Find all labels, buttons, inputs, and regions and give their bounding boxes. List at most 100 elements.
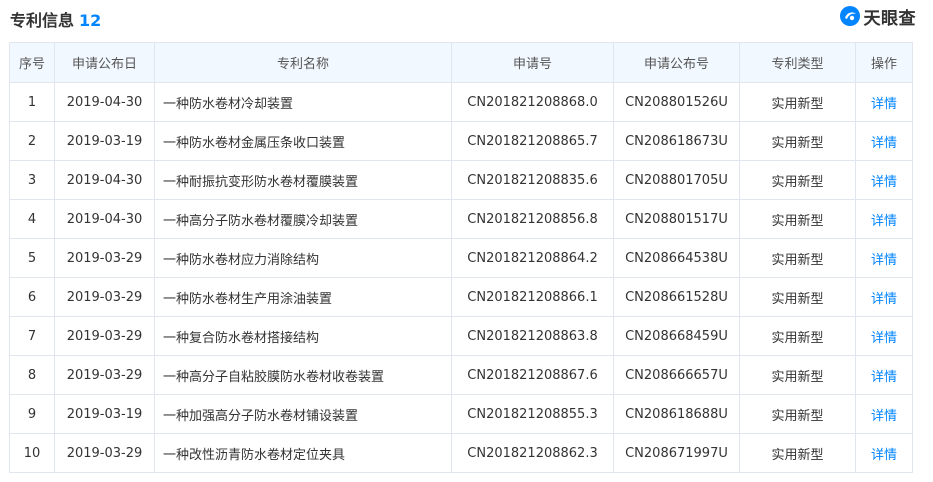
cell-action: 详情 [855,199,913,239]
brand-name: 天眼查 [863,8,916,29]
section-header: 专利信息 12 天眼查 [8,0,925,38]
cell-pub-date: 2019-04-30 [54,82,155,122]
cell-patent-type: 实用新型 [739,277,856,317]
col-header-patent-name: 专利名称 [154,42,452,83]
cell-pub-date: 2019-03-19 [54,121,155,161]
table-row: 1 2019-04-30 一种防水卷材冷却装置 CN201821208868.0… [9,82,913,122]
cell-pub-date: 2019-04-30 [54,160,155,200]
cell-patent-type: 实用新型 [739,433,856,473]
cell-pub-no: CN208801526U [613,82,740,122]
cell-pub-no: CN208668459U [613,316,740,356]
cell-patent-type: 实用新型 [739,82,856,122]
cell-index: 9 [9,394,55,434]
cell-patent-name: 一种复合防水卷材搭接结构 [154,316,452,356]
cell-action: 详情 [855,160,913,200]
cell-pub-date: 2019-03-29 [54,433,155,473]
cell-pub-date: 2019-04-30 [54,199,155,239]
cell-app-no: CN201821208856.8 [451,199,614,239]
cell-index: 3 [9,160,55,200]
cell-app-no: CN201821208866.1 [451,277,614,317]
detail-link[interactable]: 详情 [871,331,897,346]
cell-action: 详情 [855,82,913,122]
table-row: 10 2019-03-29 一种改性沥青防水卷材定位夹具 CN201821208… [9,433,913,473]
cell-patent-name: 一种耐振抗变形防水卷材覆膜装置 [154,160,452,200]
cell-action: 详情 [855,355,913,395]
patent-count: 12 [79,11,102,30]
cell-index: 8 [9,355,55,395]
patent-table: 序号 申请公布日 专利名称 申请号 申请公布号 专利类型 操作 1 2019-0… [9,42,913,473]
table-row: 8 2019-03-29 一种高分子自粘胶膜防水卷材收卷装置 CN2018212… [9,355,913,395]
cell-app-no: CN201821208863.8 [451,316,614,356]
table-header-row: 序号 申请公布日 专利名称 申请号 申请公布号 专利类型 操作 [9,42,913,83]
cell-patent-name: 一种高分子自粘胶膜防水卷材收卷装置 [154,355,452,395]
cell-pub-date: 2019-03-29 [54,238,155,278]
cell-index: 6 [9,277,55,317]
cell-index: 7 [9,316,55,356]
cell-patent-type: 实用新型 [739,394,856,434]
detail-link[interactable]: 详情 [871,136,897,151]
cell-action: 详情 [855,277,913,317]
cell-index: 5 [9,238,55,278]
cell-patent-name: 一种防水卷材生产用涂油装置 [154,277,452,317]
table-row: 9 2019-03-19 一种加强高分子防水卷材铺设装置 CN201821208… [9,394,913,434]
cell-app-no: CN201821208865.7 [451,121,614,161]
cell-action: 详情 [855,238,913,278]
cell-patent-name: 一种高分子防水卷材覆膜冷却装置 [154,199,452,239]
detail-link[interactable]: 详情 [871,409,897,424]
section-title-text: 专利信息 [10,11,75,30]
cell-patent-type: 实用新型 [739,238,856,278]
cell-app-no: CN201821208867.6 [451,355,614,395]
section-title: 专利信息 12 [10,7,101,31]
col-header-pub-date: 申请公布日 [54,42,155,83]
detail-link[interactable]: 详情 [871,97,897,112]
cell-patent-type: 实用新型 [739,160,856,200]
cell-app-no: CN201821208835.6 [451,160,614,200]
detail-link[interactable]: 详情 [871,448,897,463]
table-row: 6 2019-03-29 一种防水卷材生产用涂油装置 CN20182120886… [9,277,913,317]
table-row: 7 2019-03-29 一种复合防水卷材搭接结构 CN201821208863… [9,316,913,356]
cell-action: 详情 [855,316,913,356]
cell-index: 10 [9,433,55,473]
cell-action: 详情 [855,121,913,161]
cell-pub-no: CN208664538U [613,238,740,278]
table-row: 4 2019-04-30 一种高分子防水卷材覆膜冷却装置 CN201821208… [9,199,913,239]
brand-logo: 天眼查 [839,5,917,29]
cell-patent-name: 一种防水卷材金属压条收口装置 [154,121,452,161]
col-header-patent-type: 专利类型 [739,42,856,83]
cell-patent-name: 一种防水卷材冷却装置 [154,82,452,122]
cell-app-no: CN201821208855.3 [451,394,614,434]
detail-link[interactable]: 详情 [871,292,897,307]
detail-link[interactable]: 详情 [871,253,897,268]
cell-pub-date: 2019-03-29 [54,277,155,317]
cell-patent-type: 实用新型 [739,316,856,356]
cell-pub-no: CN208801517U [613,199,740,239]
cell-pub-no: CN208618673U [613,121,740,161]
table-row: 5 2019-03-29 一种防水卷材应力消除结构 CN201821208864… [9,238,913,278]
cell-action: 详情 [855,433,913,473]
cell-patent-type: 实用新型 [739,355,856,395]
col-header-action: 操作 [855,42,913,83]
cell-patent-name: 一种加强高分子防水卷材铺设装置 [154,394,452,434]
cell-app-no: CN201821208868.0 [451,82,614,122]
detail-link[interactable]: 详情 [871,214,897,229]
cell-pub-date: 2019-03-29 [54,316,155,356]
cell-patent-name: 一种改性沥青防水卷材定位夹具 [154,433,452,473]
table-row: 3 2019-04-30 一种耐振抗变形防水卷材覆膜装置 CN201821208… [9,160,913,200]
col-header-pub-no: 申请公布号 [613,42,740,83]
cell-pub-no: CN208666657U [613,355,740,395]
cell-pub-no: CN208618688U [613,394,740,434]
cell-pub-no: CN208661528U [613,277,740,317]
cell-index: 4 [9,199,55,239]
cell-pub-no: CN208671997U [613,433,740,473]
col-header-index: 序号 [9,42,55,83]
cell-pub-date: 2019-03-19 [54,394,155,434]
detail-link[interactable]: 详情 [871,370,897,385]
cell-patent-name: 一种防水卷材应力消除结构 [154,238,452,278]
cell-patent-type: 实用新型 [739,199,856,239]
detail-link[interactable]: 详情 [871,175,897,190]
cell-pub-date: 2019-03-29 [54,355,155,395]
cell-action: 详情 [855,394,913,434]
cell-index: 2 [9,121,55,161]
cell-pub-no: CN208801705U [613,160,740,200]
table-row: 2 2019-03-19 一种防水卷材金属压条收口装置 CN2018212088… [9,121,913,161]
